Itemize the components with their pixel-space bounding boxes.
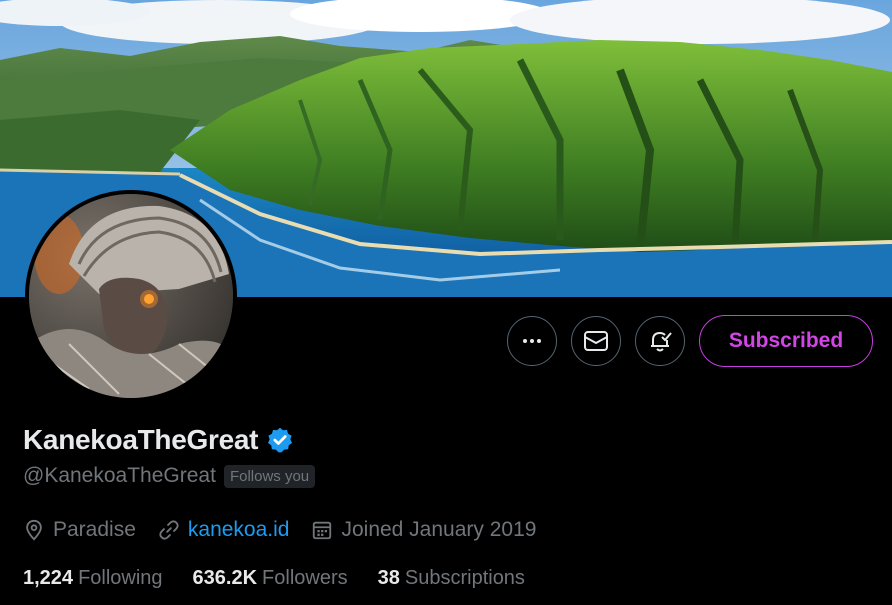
more-horizontal-icon (523, 339, 541, 343)
bell-check-icon (651, 331, 672, 352)
calendar-icon (313, 521, 332, 540)
following-stat[interactable]: 1,224 Following (23, 567, 163, 590)
notifications-button[interactable] (635, 316, 685, 366)
verified-badge-icon[interactable] (266, 426, 294, 454)
followers-label: Followers (262, 567, 348, 589)
website-link[interactable]: kanekoa.id (188, 518, 290, 542)
display-name: KanekoaTheGreat (23, 424, 259, 455)
profile-name-row: KanekoaTheGreat (23, 424, 294, 456)
following-count: 1,224 (23, 567, 74, 589)
user-handle: @KanekoaTheGreat (23, 464, 216, 487)
subscriptions-count: 38 (377, 567, 400, 589)
avatar-image (29, 194, 233, 398)
followers-count: 636.2K (192, 567, 258, 589)
more-button[interactable] (507, 316, 557, 366)
join-date-text: Joined January 2019 (341, 518, 537, 541)
join-date: Joined January 2019 (311, 518, 536, 542)
message-button[interactable] (571, 316, 621, 366)
profile-meta: Paradise kanekoa.id Joined January 2019 (23, 518, 558, 542)
subscribed-button[interactable]: Subscribed (699, 315, 873, 367)
profile-stats: 1,224 Following 636.2K Followers 38 Subscri… (23, 567, 555, 590)
location: Paradise (23, 518, 136, 542)
profile-avatar[interactable] (25, 190, 237, 402)
follows-you-badge: Follows you (223, 464, 316, 488)
profile-handle-row: @KanekoaTheGreat Follows you (23, 464, 316, 488)
envelope-icon (584, 331, 608, 351)
followers-stat[interactable]: 636.2K Followers (193, 567, 348, 590)
website: kanekoa.id (158, 518, 290, 542)
location-text: Paradise (53, 518, 136, 541)
location-pin-icon (26, 519, 42, 541)
profile-actions: Subscribed (507, 315, 873, 367)
subscriptions-label: Subscriptions (404, 567, 525, 589)
link-icon (159, 520, 179, 540)
following-label: Following (78, 567, 163, 589)
subscriptions-stat[interactable]: 38 Subscriptions (378, 567, 525, 590)
